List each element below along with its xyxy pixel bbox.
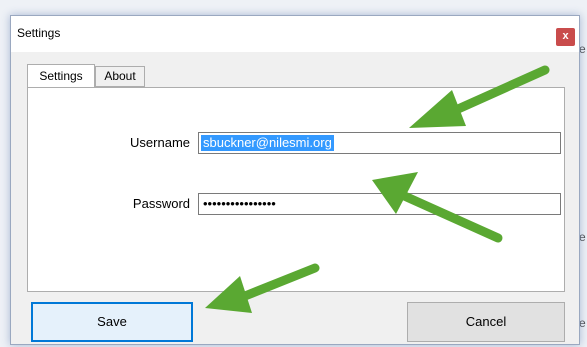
save-button[interactable]: Save (31, 302, 193, 342)
close-button[interactable]: x (556, 28, 575, 46)
background-text: e (579, 42, 586, 56)
title-bar: Settings x (11, 16, 579, 52)
settings-panel: Username sbuckner@nilesmi.org Password •… (27, 87, 565, 292)
username-value: sbuckner@nilesmi.org (201, 135, 334, 151)
background-text: e (579, 230, 586, 244)
tab-about[interactable]: About (95, 66, 145, 87)
background-text: e (579, 316, 586, 330)
tab-settings[interactable]: Settings (27, 64, 95, 87)
settings-dialog: Settings x Settings About Username sbuck… (10, 15, 580, 345)
password-input[interactable]: •••••••••••••••• (198, 193, 561, 215)
window-title: Settings (17, 26, 61, 40)
username-label: Username (130, 135, 190, 150)
cancel-button[interactable]: Cancel (407, 302, 565, 342)
username-input[interactable]: sbuckner@nilesmi.org (198, 132, 561, 154)
password-label: Password (132, 196, 190, 211)
password-value: •••••••••••••••• (203, 196, 276, 211)
